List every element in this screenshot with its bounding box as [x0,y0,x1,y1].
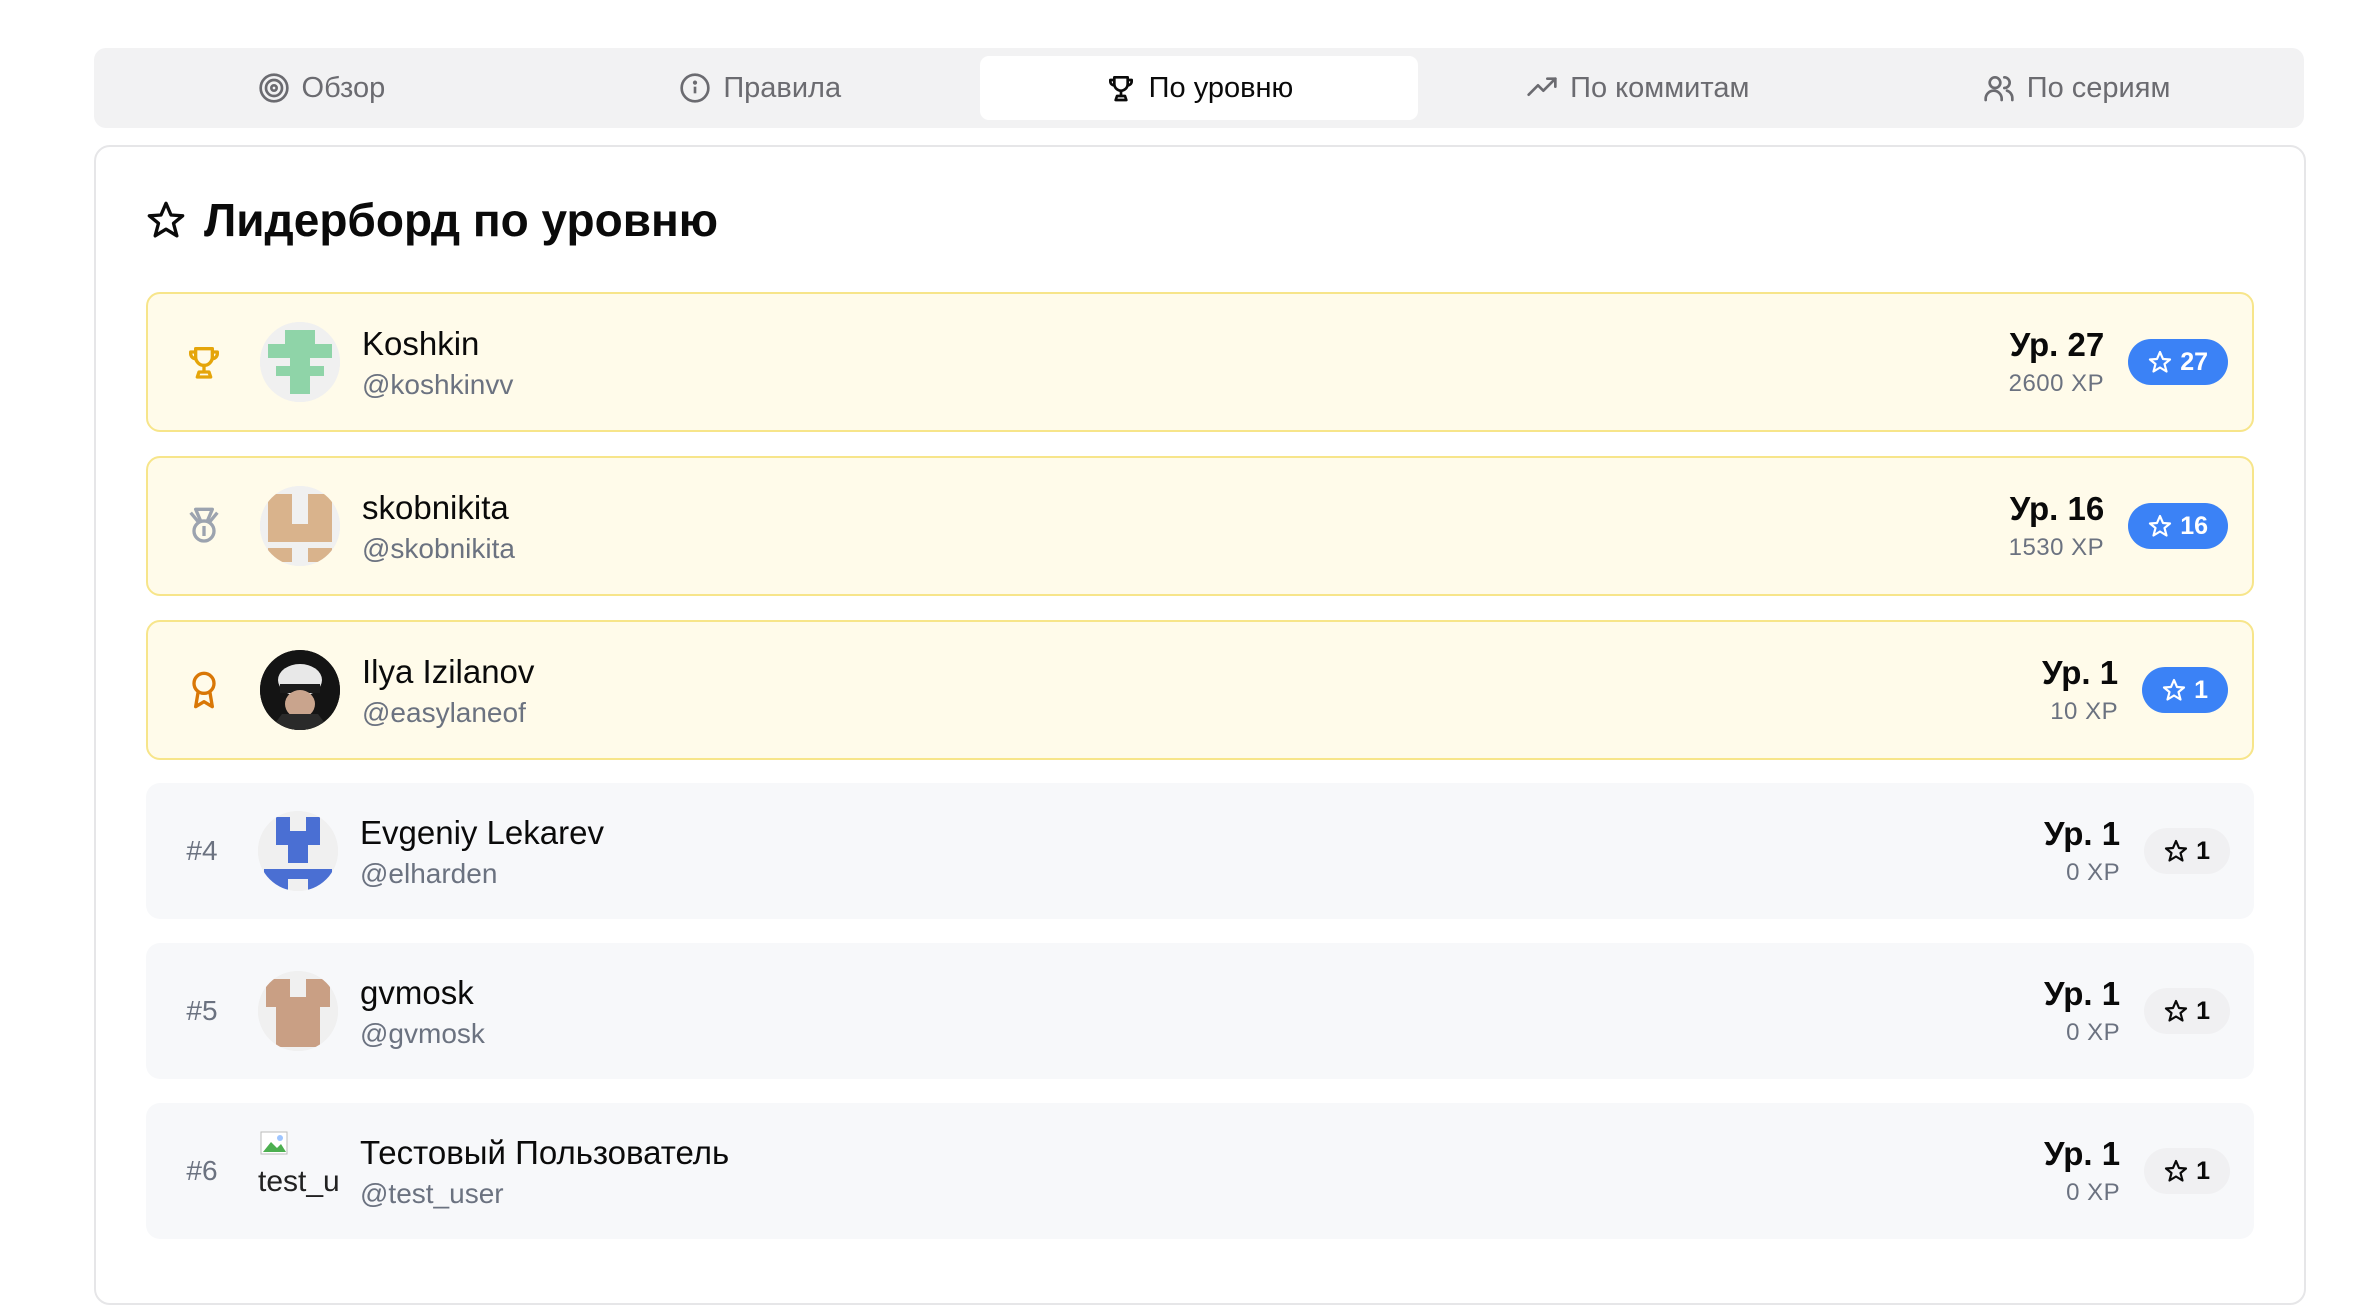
user-handle: @test_user [360,1177,504,1209]
tab-by-level[interactable]: По уровню [979,56,1419,120]
trophy-icon [189,347,219,379]
level-value: Ур. 27 [2009,326,2105,363]
avatar [258,971,338,1051]
user-handle: @elharden [360,857,498,889]
level-value: Ур. 1 [2043,975,2121,1012]
user-handle: @gvmosk [360,1017,485,1049]
avatar-alt-text: test_user [258,1165,338,1198]
xp-value: 0 XP [2066,1179,2121,1206]
star-icon [147,201,185,238]
rank-cell [148,506,260,546]
level-stats: Ур. 1 0 XP [2044,975,2120,1047]
tab-label: По сериям [2026,71,2171,104]
avatar-broken-image: test_user [258,1131,338,1211]
info-icon [680,73,710,103]
star-icon [2149,350,2172,373]
avatar [260,322,340,402]
level-badge: 1 [2142,667,2228,713]
tab-label: Правила [723,71,842,104]
level-value: Ур. 16 [2009,490,2105,527]
level-badge: 1 [2144,988,2230,1034]
tab-by-commits[interactable]: По коммитам [1418,56,1857,120]
rank-cell [148,342,260,382]
award-icon [192,671,216,709]
user-info: gvmosk @gvmosk [360,972,2044,1049]
level-stats: Ур. 16 1530 XP [2009,490,2105,562]
user-handle: @koshkinvv [362,368,514,400]
page-title: Лидерборд по уровню [146,193,718,247]
leaderboard-card: Лидерборд по уровню Koshkin @koshkinvv У… [94,145,2306,1305]
tab-overview[interactable]: Обзор [102,56,541,120]
trending-up-icon [1527,77,1557,96]
tab-label: По уровню [1148,71,1294,104]
level-value: Ур. 1 [2043,815,2121,852]
user-handle: @easylaneof [362,696,526,728]
user-name: Koshkin [362,325,480,363]
title-text: Лидерборд по уровню [204,194,719,246]
tab-rules[interactable]: Правила [541,56,980,120]
leaderboard-row[interactable]: skobnikita @skobnikita Ур. 16 1530 XP 16 [146,456,2254,596]
leaderboard-row[interactable]: Ilya Izilanov @easylaneof Ур. 1 10 XP 1 [146,620,2254,760]
badge-value: 27 [2180,347,2208,376]
badge-value: 1 [2194,675,2208,704]
leaderboard-row[interactable]: Koshkin @koshkinvv Ур. 27 2600 XP 27 [146,292,2254,432]
star-icon [2149,514,2172,537]
user-name: Evgeniy Lekarev [360,814,604,852]
user-info: skobnikita @skobnikita [362,487,2009,564]
user-info: Тестовый Пользователь @test_user [360,1132,2044,1209]
level-badge: 27 [2128,339,2228,385]
xp-value: 2600 XP [2008,370,2105,397]
trophy-icon [1108,76,1133,102]
tab-label: Обзор [301,71,386,104]
level-value: Ур. 1 [2043,1135,2121,1172]
tab-label: По коммитам [1570,71,1750,104]
rank-number: #6 [186,1155,218,1186]
leaderboard-row[interactable]: #4 Evgeniy Lekarev @elharden Ур. 1 0 XP … [146,783,2254,919]
user-info: Koshkin @koshkinvv [362,323,2009,400]
tab-bar: Обзор Правила По уровню По коммитам По с… [94,48,2304,128]
user-name: Ilya Izilanov [362,653,535,691]
star-icon [2164,839,2188,862]
leaderboard-row[interactable]: #5 gvmosk @gvmosk Ур. 1 0 XP 1 [146,943,2254,1079]
level-stats: Ур. 1 0 XP [2044,1135,2120,1207]
user-info: Evgeniy Lekarev @elharden [360,812,2044,889]
rank-number: #4 [186,835,218,866]
user-info: Ilya Izilanov @easylaneof [362,651,2042,728]
medal-icon [189,507,219,543]
xp-value: 10 XP [2050,698,2119,725]
user-name: Тестовый Пользователь [360,1134,730,1172]
avatar [260,650,340,730]
leaderboard-row[interactable]: #6 test_user Тестовый Пользователь @test… [146,1103,2254,1239]
badge-value: 1 [2196,836,2210,865]
xp-value: 1530 XP [2008,534,2105,561]
avatar [260,486,340,566]
users-icon [1984,76,2014,102]
xp-value: 0 XP [2066,859,2121,886]
level-badge: 1 [2144,828,2230,874]
level-stats: Ур. 1 0 XP [2044,815,2120,887]
badge-value: 1 [2196,996,2210,1025]
tab-by-streaks[interactable]: По сериям [1857,56,2296,120]
level-stats: Ур. 1 10 XP [2042,654,2118,726]
level-value: Ур. 1 [2041,654,2119,691]
star-icon [2164,1159,2188,1182]
user-handle: @skobnikita [362,532,515,564]
star-icon [2164,999,2188,1022]
user-name: skobnikita [362,489,509,527]
target-icon [258,73,289,103]
rank-number: #5 [186,995,218,1026]
user-name: gvmosk [360,974,474,1012]
star-icon [2162,678,2186,701]
level-badge: 1 [2144,1148,2230,1194]
image-icon [260,1131,288,1155]
level-stats: Ур. 27 2600 XP [2009,326,2105,398]
level-badge: 16 [2128,503,2228,549]
badge-value: 16 [2180,511,2208,540]
avatar [258,811,338,891]
rank-cell [148,670,260,710]
xp-value: 0 XP [2066,1019,2121,1046]
badge-value: 1 [2196,1156,2210,1185]
